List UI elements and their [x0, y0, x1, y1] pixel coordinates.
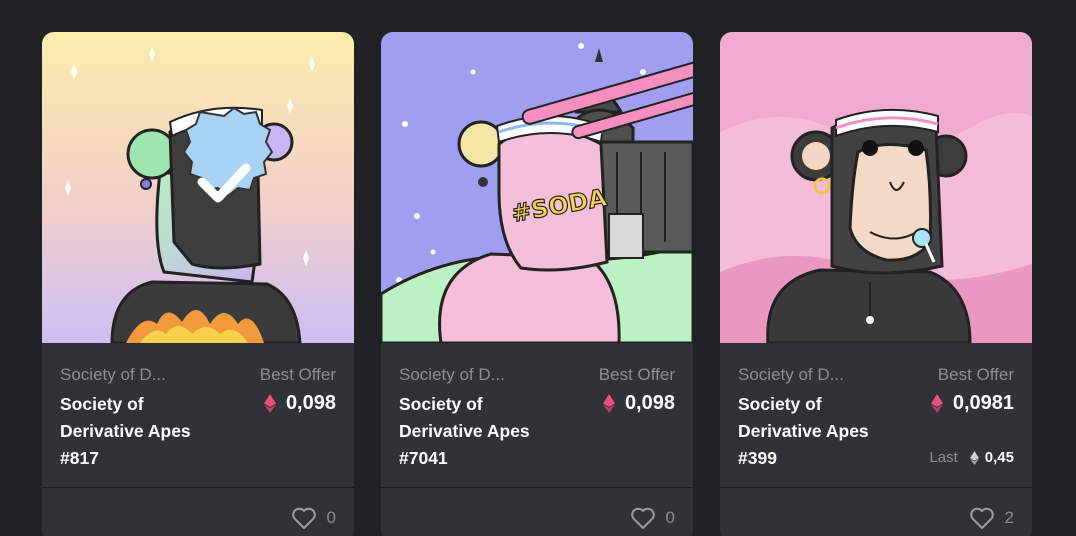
- last-sale: Last 0,45: [929, 449, 1014, 466]
- eth-icon: [969, 450, 979, 465]
- heart-icon: [969, 507, 994, 529]
- favorite-count: 0: [665, 508, 675, 527]
- favorite-button[interactable]: 0: [630, 506, 675, 530]
- nft-image[interactable]: [720, 32, 1032, 343]
- nft-image[interactable]: [42, 32, 354, 343]
- nft-info: Society of D... Society of Derivative Ap…: [381, 343, 693, 487]
- price-value: 0,098: [624, 392, 675, 414]
- eth-icon: [602, 394, 615, 413]
- eth-icon: [263, 394, 276, 413]
- collection-name[interactable]: Society of D...: [399, 365, 505, 385]
- card-footer: 2: [720, 487, 1032, 536]
- ape-artwork-399: [720, 32, 1032, 343]
- last-sale-price: 0,45: [984, 449, 1014, 466]
- best-offer-price: 0,0981: [930, 392, 1014, 415]
- heart-icon: [630, 507, 655, 529]
- favorite-count: 0: [326, 508, 336, 527]
- nft-card[interactable]: Society of D... Society of Derivative Ap…: [720, 32, 1032, 536]
- favorite-button[interactable]: 2: [969, 506, 1014, 530]
- card-footer: 0: [381, 487, 693, 536]
- best-offer-label: Best Offer: [259, 365, 336, 384]
- nft-name[interactable]: Society of Derivative Apes #817: [60, 391, 230, 472]
- last-sale-label: Last: [929, 449, 958, 466]
- collection-name[interactable]: Society of D...: [738, 365, 844, 385]
- nft-card[interactable]: #SODA Society of D... Society of Derivat…: [381, 32, 693, 536]
- nft-name[interactable]: Society of Derivative Apes #7041: [399, 391, 569, 472]
- card-footer: 0: [42, 487, 354, 536]
- nft-image[interactable]: #SODA: [381, 32, 693, 343]
- nft-card[interactable]: Society of D... Society of Derivative Ap…: [42, 32, 354, 536]
- best-offer-price: 0,098: [602, 392, 675, 415]
- best-offer-label: Best Offer: [937, 365, 1014, 384]
- nft-name[interactable]: Society of Derivative Apes #399: [738, 391, 908, 472]
- best-offer-price: 0,098: [263, 392, 336, 415]
- collection-name[interactable]: Society of D...: [60, 365, 166, 385]
- favorite-button[interactable]: 0: [291, 506, 336, 530]
- heart-icon: [291, 507, 316, 529]
- nft-info: Society of D... Society of Derivative Ap…: [42, 343, 354, 487]
- price-value: 0,0981: [952, 392, 1014, 414]
- eth-icon: [930, 394, 943, 413]
- nft-info: Society of D... Society of Derivative Ap…: [720, 343, 1032, 487]
- ape-artwork-817: [42, 32, 354, 343]
- favorite-count: 2: [1004, 508, 1014, 527]
- best-offer-label: Best Offer: [598, 365, 675, 384]
- price-value: 0,098: [285, 392, 336, 414]
- ape-artwork-7041: #SODA: [381, 32, 693, 343]
